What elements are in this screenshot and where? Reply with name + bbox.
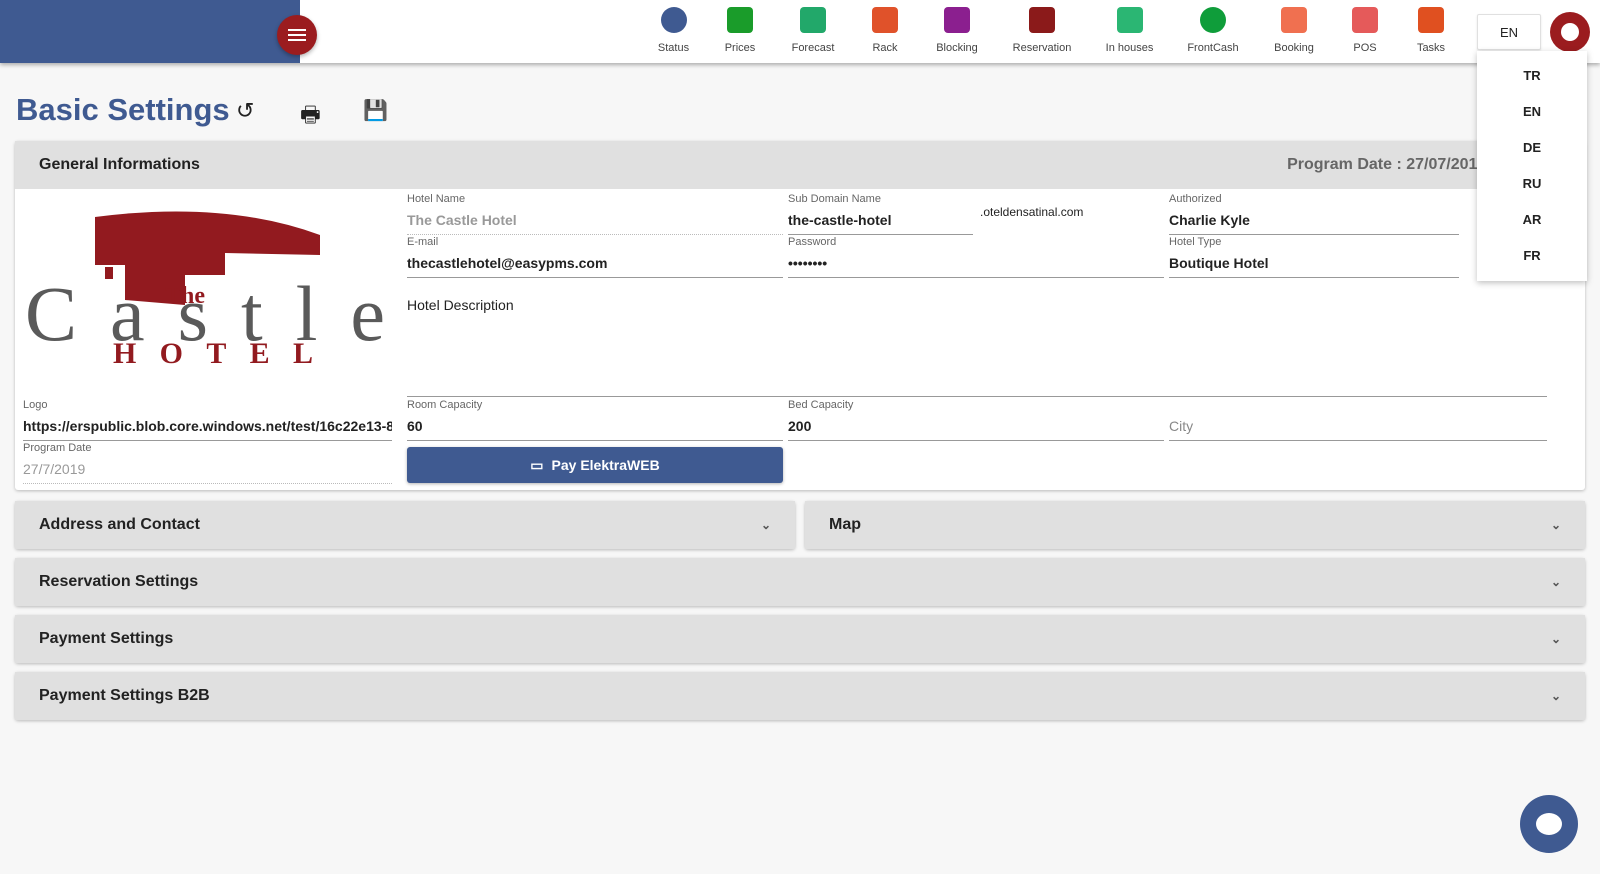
chat-button[interactable]: [1520, 795, 1578, 853]
section-title: Map: [829, 516, 861, 533]
chevron-down-icon: ⌄: [1550, 518, 1561, 532]
forecast-chart-icon: [800, 7, 826, 33]
user-avatar-button[interactable]: [1550, 12, 1590, 52]
hamburger-icon: [288, 34, 306, 36]
credit-card-icon: ▭: [530, 456, 544, 473]
general-informations-panel: General Informations Program Date : 27/07…: [15, 141, 1585, 490]
nav-reservation[interactable]: Reservation: [997, 0, 1087, 63]
chat-bubble-icon: [1536, 813, 1562, 835]
user-icon: [1561, 23, 1579, 41]
language-option-tr[interactable]: TR: [1477, 57, 1587, 93]
chevron-down-icon: ⌄: [1550, 689, 1561, 703]
menu-button[interactable]: [277, 15, 317, 55]
language-option-fr[interactable]: FR: [1477, 237, 1587, 273]
nav-status[interactable]: Status: [640, 0, 707, 63]
nav-label: Forecast: [791, 42, 835, 54]
nav-label: Blocking: [936, 42, 978, 54]
plane-landing-icon: [1029, 7, 1055, 33]
nav-blocking[interactable]: Blocking: [917, 0, 997, 63]
subdomain-suffix: .oteldensatinal.com: [980, 205, 1084, 219]
nav-label: FrontCash: [1187, 42, 1239, 54]
hotel-name-field[interactable]: Hotel Name The Castle Hotel: [407, 193, 783, 235]
chevron-down-icon: ⌄: [1550, 575, 1561, 589]
nav-label: In houses: [1105, 42, 1154, 54]
section-address-and-contact[interactable]: Address and Contact ⌄: [15, 501, 795, 549]
section-reservation-settings[interactable]: Reservation Settings ⌄: [15, 558, 1585, 606]
nav-in-houses[interactable]: In houses: [1087, 0, 1172, 63]
city-field[interactable]: City: [1169, 399, 1547, 441]
language-menu: TR EN DE RU AR FR: [1477, 51, 1587, 281]
hotel-logo: Castle The HOTEL: [25, 205, 390, 370]
nav-label: Prices: [724, 42, 756, 54]
section-title: Payment Settings: [39, 630, 174, 647]
nav-frontcash[interactable]: FrontCash: [1172, 0, 1254, 63]
prices-icon: [727, 7, 753, 33]
language-button[interactable]: EN: [1477, 14, 1541, 50]
nav-label: Reservation: [1012, 42, 1072, 54]
password-field[interactable]: Password ••••••••: [788, 236, 1164, 278]
nav-label: Status: [657, 42, 690, 54]
language-option-en[interactable]: EN: [1477, 93, 1587, 129]
language-option-ar[interactable]: AR: [1477, 201, 1587, 237]
history-icon[interactable]: ↺: [236, 98, 254, 124]
calendar-icon: [944, 7, 970, 33]
section-map[interactable]: Map ⌄: [805, 501, 1585, 549]
hotel-type-field[interactable]: Hotel Type Boutique Hotel: [1169, 236, 1459, 278]
language-option-ru[interactable]: RU: [1477, 165, 1587, 201]
chevron-down-icon: ⌄: [760, 518, 771, 532]
authorized-field[interactable]: Authorized Charlie Kyle: [1169, 193, 1459, 235]
dollar-icon: [1200, 7, 1226, 33]
bed-icon: [1116, 7, 1143, 33]
bed-capacity-field[interactable]: Bed Capacity 200: [788, 399, 1164, 441]
panel-title: General Informations: [39, 156, 200, 173]
chevron-down-icon: ⌄: [1550, 632, 1561, 646]
nav-pos[interactable]: POS: [1334, 0, 1396, 63]
nav-label: Rack: [872, 42, 898, 54]
cart-icon: [1352, 7, 1378, 33]
section-title: Payment Settings B2B: [39, 687, 210, 704]
nav-rack[interactable]: Rack: [853, 0, 917, 63]
hotel-description-field[interactable]: Hotel Description: [407, 297, 1547, 397]
logo-url-field[interactable]: Logo https://erspublic.blob.core.windows.…: [23, 399, 392, 441]
language-option-de[interactable]: DE: [1477, 129, 1587, 165]
section-payment-settings[interactable]: Payment Settings ⌄: [15, 615, 1585, 663]
nav-forecast[interactable]: Forecast: [773, 0, 853, 63]
program-date-field[interactable]: Program Date 27/7/2019: [23, 442, 392, 484]
panel-header: General Informations Program Date : 27/07…: [15, 141, 1585, 189]
hand-pointer-icon: [1281, 7, 1307, 33]
nav-label: Booking: [1274, 42, 1314, 54]
print-icon[interactable]: 🖶: [300, 98, 321, 136]
page-title: Basic Settings: [16, 92, 230, 127]
save-icon[interactable]: 💾: [363, 98, 388, 123]
alarm-icon: [1418, 7, 1444, 33]
status-pie-icon: [660, 7, 687, 33]
nav-prices[interactable]: Prices: [707, 0, 773, 63]
brand-area: [0, 0, 300, 63]
email-field[interactable]: E-mail thecastlehotel@easypms.com: [407, 236, 783, 278]
section-title: Reservation Settings: [39, 573, 199, 590]
subdomain-field[interactable]: Sub Domain Name the-castle-hotel: [788, 193, 973, 235]
pay-elektraweb-button[interactable]: ▭ Pay ElektraWEB: [407, 447, 783, 483]
section-title: Address and Contact: [39, 516, 200, 533]
nav-label: POS: [1353, 42, 1377, 54]
pay-button-label: Pay ElektraWEB: [551, 457, 660, 473]
rack-grid-icon: [872, 7, 898, 33]
main-nav: Status Prices Forecast Rack Blocking Reservat…: [640, 0, 1466, 63]
logo-text-the: The: [165, 283, 205, 309]
nav-label: Tasks: [1416, 42, 1446, 54]
room-capacity-field[interactable]: Room Capacity 60: [407, 399, 783, 441]
top-bar: Status Prices Forecast Rack Blocking Reservat…: [0, 0, 1600, 63]
section-payment-settings-b2b[interactable]: Payment Settings B2B ⌄: [15, 672, 1585, 720]
nav-booking[interactable]: Booking: [1254, 0, 1334, 63]
nav-tasks[interactable]: Tasks: [1396, 0, 1466, 63]
